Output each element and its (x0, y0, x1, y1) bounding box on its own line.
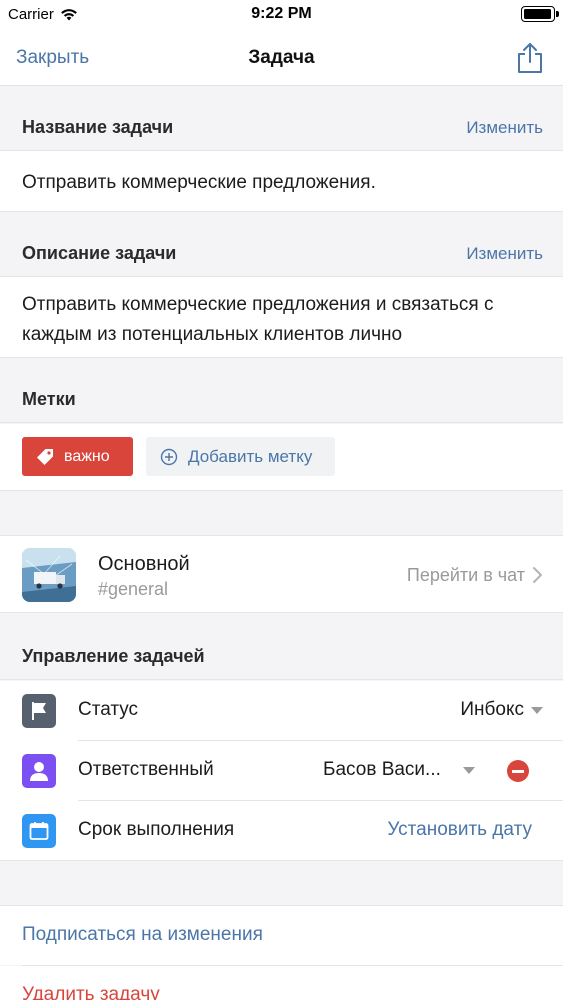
go-to-chat-link[interactable]: Перейти в чат (407, 565, 525, 586)
calendar-icon (29, 822, 49, 840)
flag-icon (32, 702, 46, 720)
task-description-section: Отправить коммерческие предложения и свя… (0, 277, 563, 358)
edit-task-name-button[interactable]: Изменить (466, 118, 543, 138)
subscribe-row[interactable]: Подписаться на изменения (0, 905, 563, 965)
task-management-title: Управление задачей (22, 646, 205, 666)
task-management-header: Управление задачей (0, 614, 563, 680)
status-label: Статус (78, 699, 139, 720)
chat-channel-tag: #general (98, 579, 169, 599)
delete-task-button[interactable]: Удалить задачу (22, 984, 160, 1000)
add-label-text: Добавить метку (188, 446, 313, 466)
task-name-header: Название задачи Изменить (0, 87, 563, 151)
due-date-icon-badge (22, 814, 56, 848)
assignee-label: Ответственный (78, 759, 214, 780)
assignee-row[interactable]: Ответственный Басов Васи... (0, 741, 563, 801)
edit-task-description-button[interactable]: Изменить (466, 244, 543, 264)
task-name-section: Отправить коммерческие предложения. (0, 151, 563, 212)
task-description-header: Описание задачи Изменить (0, 213, 563, 277)
person-icon (30, 762, 48, 781)
labels-title: Метки (22, 389, 76, 409)
task-description-value: Отправить коммерческие предложения и свя… (22, 294, 494, 345)
chat-name: Основной (98, 553, 190, 575)
clock: 9:22 PM (251, 5, 312, 22)
chevron-down-icon (531, 707, 543, 714)
navigation-bar: Закрыть Задача (0, 30, 563, 86)
battery-icon (521, 6, 559, 22)
assignee-icon-badge (22, 754, 56, 788)
chat-avatar (22, 548, 76, 602)
labels-section: важно Добавить метку (0, 424, 563, 491)
chevron-down-icon (463, 767, 475, 774)
chat-link-row[interactable]: Основной #general Перейти в чат (0, 535, 563, 613)
label-tag-text: важно (64, 447, 110, 465)
delete-row[interactable]: Удалить задачу (0, 966, 563, 1000)
due-date-label: Срок выполнения (78, 819, 235, 840)
tag-icon (37, 448, 53, 465)
set-date-button[interactable]: Установить дату (387, 819, 532, 841)
status-value[interactable]: Инбокс (460, 699, 524, 721)
close-button[interactable]: Закрыть (16, 47, 89, 69)
share-icon[interactable] (515, 42, 545, 74)
chevron-right-icon (533, 567, 542, 583)
task-description-title: Описание задачи (22, 243, 177, 263)
status-icon-badge (22, 694, 56, 728)
status-bar: Carrier 9:22 PM (0, 0, 563, 30)
labels-header: Метки (0, 359, 563, 423)
task-name-title: Название задачи (22, 117, 174, 137)
add-label-button[interactable]: Добавить метку (146, 437, 335, 476)
due-date-row[interactable]: Срок выполнения Установить дату (0, 801, 563, 861)
remove-assignee-button[interactable] (507, 760, 529, 782)
status-row[interactable]: Статус Инбокс (0, 681, 563, 741)
task-name-value: Отправить коммерческие предложения. (22, 172, 376, 193)
assignee-value[interactable]: Басов Васи... (323, 759, 441, 781)
subscribe-button[interactable]: Подписаться на изменения (22, 924, 263, 946)
plus-circle-icon (160, 448, 178, 465)
label-tag[interactable]: важно (22, 437, 133, 476)
